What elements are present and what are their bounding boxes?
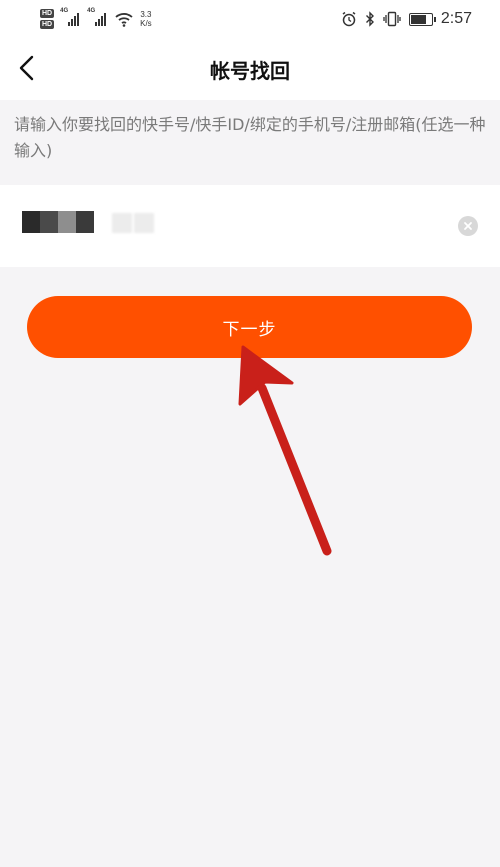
clear-icon: [464, 222, 472, 230]
network-type: 4G: [60, 8, 69, 14]
clock: 2:57: [440, 10, 472, 27]
network-type: 4G: [87, 8, 96, 14]
hd-indicators: HD HD: [40, 9, 55, 29]
clear-button[interactable]: [458, 216, 478, 236]
network-speed-value: 3.3: [140, 10, 152, 19]
nav-bar: 帐号找回: [0, 38, 500, 100]
hd-badge: HD: [40, 9, 55, 18]
hd-badge: HD: [40, 20, 55, 29]
status-left: HD HD 4G 4G 3.3 K/s: [40, 6, 152, 32]
account-input[interactable]: [0, 185, 500, 267]
alarm-icon: [342, 11, 356, 27]
battery-icon: [408, 12, 436, 26]
obscured-input-value-tail: [112, 213, 154, 233]
vibrate-icon: [383, 11, 401, 27]
network-speed-unit: K/s: [140, 19, 152, 28]
battery-fill: [410, 14, 426, 24]
status-bar: HD HD 4G 4G 3.3 K/s 2:57: [0, 0, 500, 38]
input-hint: 请输入你要找回的快手号/快手ID/绑定的手机号/注册邮箱(任选一种输入): [14, 115, 486, 160]
obscured-input-value: [22, 211, 94, 233]
bluetooth-icon: [365, 11, 374, 27]
signal-icon: 4G: [60, 8, 80, 26]
wifi-icon: [115, 13, 133, 27]
network-speed: 3.3 K/s: [140, 10, 152, 28]
page-title: 帐号找回: [210, 59, 290, 83]
signal-icon: 4G: [87, 8, 107, 26]
next-step-button[interactable]: 下一步: [27, 296, 472, 358]
status-right: 2:57: [341, 8, 472, 30]
